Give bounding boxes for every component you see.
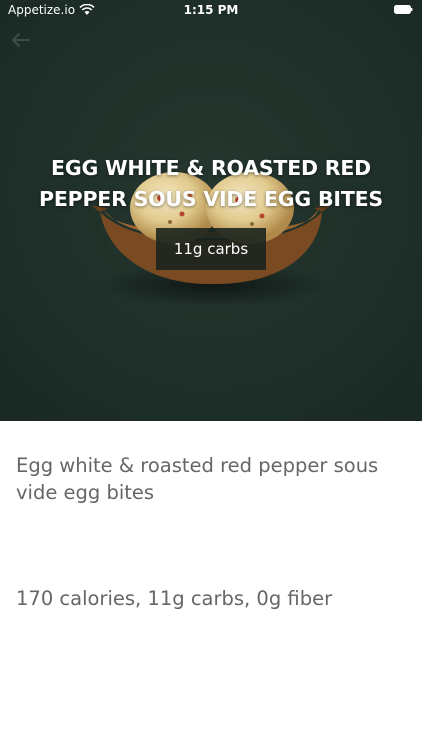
item-nutrition: 170 calories, 11g carbs, 0g fiber [16,587,333,610]
carbs-badge: 11g carbs [156,228,266,270]
battery-icon [394,5,413,14]
back-arrow-icon[interactable] [9,30,33,50]
item-details: Egg white & roasted red pepper sous vide… [0,421,422,750]
status-time: 1:15 PM [183,3,239,17]
hero-banner: EGG WHITE & ROASTED RED PEPPER SOUS VIDE… [0,0,422,421]
screen: EGG WHITE & ROASTED RED PEPPER SOUS VIDE… [0,0,422,750]
hero-title: EGG WHITE & ROASTED RED PEPPER SOUS VIDE… [39,156,383,211]
item-description: Egg white & roasted red pepper sous vide… [16,454,379,504]
status-bar: Appetize.io 1:15 PM [0,0,422,22]
